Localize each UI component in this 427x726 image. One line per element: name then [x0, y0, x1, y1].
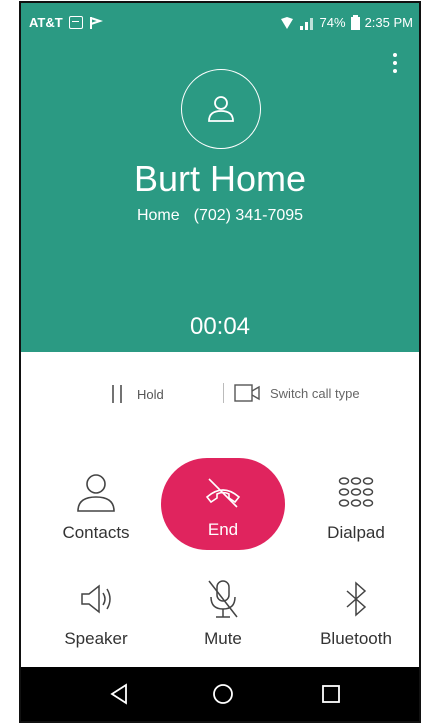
avatar [181, 69, 261, 149]
switch-call-type-button[interactable]: Switch call type [223, 383, 360, 403]
hold-icon [112, 385, 122, 403]
phone-frame: AT&T 74% 2:35 PM Burt Home Home (702) 341… [19, 1, 421, 723]
back-icon [110, 683, 127, 705]
bluetooth-button[interactable]: Bluetooth [289, 575, 419, 649]
contacts-label: Contacts [62, 523, 130, 542]
call-options: Hold Switch call type [21, 383, 419, 413]
dialpad-icon [338, 477, 374, 507]
battery-percent: 74% [319, 15, 346, 30]
end-call-button[interactable]: End [161, 458, 285, 550]
contacts-button[interactable]: Contacts [29, 469, 163, 543]
more-options-icon[interactable] [393, 53, 397, 73]
dialpad-label: Dialpad [327, 523, 385, 542]
signal-icon [299, 17, 313, 30]
hold-button[interactable]: Hold [111, 383, 164, 405]
home-icon [213, 684, 233, 704]
status-left: AT&T [29, 15, 103, 30]
dialpad-button[interactable]: Dialpad [289, 469, 419, 543]
call-timer: 00:04 [189, 313, 251, 340]
number-label: Home [136, 207, 180, 224]
end-call-icon [205, 478, 241, 508]
contact-number-line: Home (702) 341-7095 [21, 207, 419, 225]
end-label: End [207, 520, 239, 539]
bluetooth-icon [346, 581, 367, 617]
recents-button[interactable] [316, 679, 346, 709]
contacts-icon [77, 474, 115, 512]
switch-label: Switch call type [270, 385, 360, 401]
recents-icon [322, 685, 340, 703]
mute-label: Mute [204, 629, 242, 648]
vpn-shield-icon [280, 16, 293, 29]
video-call-icon [234, 384, 260, 402]
status-bar: AT&T 74% 2:35 PM [21, 3, 419, 43]
navigation-bar [21, 667, 419, 721]
back-button[interactable] [104, 679, 134, 709]
clock: 2:35 PM [364, 15, 413, 30]
mute-button[interactable]: Mute [156, 575, 290, 649]
contact-name: Burt Home [133, 158, 307, 199]
call-header: Burt Home Home (702) 341-7095 00:04 [21, 43, 419, 352]
hold-label: Hold [137, 386, 164, 402]
speaker-icon [81, 584, 111, 614]
options-divider [223, 383, 224, 403]
notification-icon [68, 16, 83, 29]
battery-icon [350, 15, 360, 30]
mute-icon [208, 580, 238, 618]
avatar-icon [208, 96, 234, 122]
phone-number: (702) 341-7095 [193, 207, 304, 224]
speaker-label: Speaker [64, 629, 128, 648]
home-button[interactable] [208, 679, 238, 709]
flag-icon [89, 16, 103, 29]
speaker-button[interactable]: Speaker [29, 575, 163, 649]
status-right: 74% 2:35 PM [280, 15, 413, 30]
carrier-label: AT&T [29, 15, 63, 30]
bluetooth-label: Bluetooth [320, 629, 392, 648]
